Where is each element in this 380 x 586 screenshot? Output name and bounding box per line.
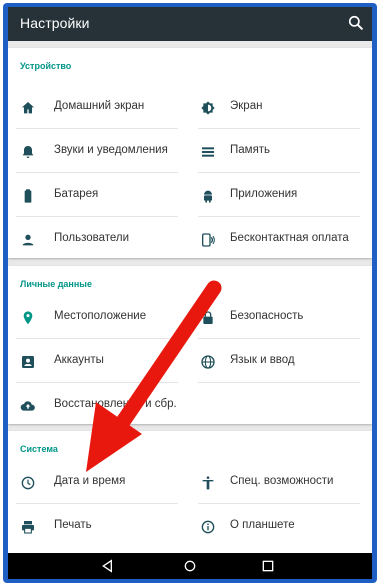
divider [198, 128, 360, 129]
settings-item-label: Местоположение [54, 310, 147, 322]
home-icon [22, 102, 34, 114]
settings-item-display[interactable]: Экран [190, 86, 360, 129]
settings-item-label: Экран [230, 100, 263, 112]
brightness-icon [201, 101, 215, 115]
divider [16, 216, 178, 217]
settings-item-label: Домашний экран [54, 100, 145, 112]
globe-icon [201, 355, 215, 369]
settings-item-about-tablet[interactable]: О планшете [190, 505, 360, 548]
settings-item-language[interactable]: Язык и ввод [190, 340, 360, 383]
settings-item-date-time[interactable]: Дата и время [8, 461, 178, 504]
settings-item-label: Дата и время [54, 475, 126, 487]
divider [198, 382, 360, 383]
bell-icon [22, 146, 34, 158]
settings-item-location[interactable]: Местоположение [8, 296, 178, 339]
settings-item-label: Аккаунты [54, 354, 104, 366]
nfc-icon [202, 233, 215, 247]
battery-icon [24, 189, 32, 203]
settings-item-label: Батарея [54, 188, 99, 200]
settings-item-label: Пользователи [54, 232, 130, 244]
lock-icon [203, 311, 213, 324]
page-title: Настройки [20, 15, 90, 31]
section-device: Устройство Домашний экран Экран Звуки и … [8, 48, 372, 258]
settings-item-label: Бесконтактная оплата [230, 232, 349, 244]
settings-item-label: Звуки и уведомления [54, 144, 168, 156]
search-icon[interactable] [346, 13, 366, 33]
settings-item-label: Приложения [230, 188, 298, 200]
divider [198, 338, 360, 339]
divider [16, 382, 178, 383]
clock-icon [21, 476, 35, 490]
accessibility-icon [202, 476, 214, 490]
divider [16, 128, 178, 129]
settings-item-security[interactable]: Безопасность [190, 296, 360, 339]
settings-item-label: Спец. возможности [230, 475, 334, 487]
settings-item-label: Язык и ввод [230, 354, 295, 366]
settings-item-label: Печать [54, 519, 92, 531]
settings-screen: Настройки Устройство Домашний экран Экра… [8, 7, 372, 579]
back-icon[interactable] [100, 558, 116, 574]
location-icon [23, 311, 33, 325]
divider [198, 503, 360, 504]
settings-item-apps[interactable]: Приложения [190, 174, 360, 217]
divider [198, 172, 360, 173]
recents-icon[interactable] [260, 558, 276, 574]
account-icon [22, 356, 34, 368]
backup-icon [20, 401, 35, 411]
divider [16, 338, 178, 339]
person-icon [22, 234, 34, 246]
settings-item-accessibility[interactable]: Спец. возможности [190, 461, 360, 504]
divider [16, 172, 178, 173]
section-title-device: Устройство [20, 61, 72, 71]
info-icon [201, 520, 215, 534]
settings-item-storage[interactable]: Память [190, 130, 360, 173]
section-system: Система Дата и время Спец. возможности П… [8, 431, 372, 553]
settings-item-label: Память [230, 144, 271, 156]
divider [16, 503, 178, 504]
divider [198, 216, 360, 217]
settings-item-nfc-payment[interactable]: Бесконтактная оплата [190, 218, 360, 261]
settings-item-label: О планшете [230, 519, 295, 531]
home-circle-icon[interactable] [182, 558, 198, 574]
print-icon [22, 521, 34, 534]
section-title-personal: Личные данные [20, 279, 92, 289]
settings-item-home-screen[interactable]: Домашний экран [8, 86, 178, 129]
settings-item-backup-reset[interactable]: Восстановление и сбр. [8, 384, 208, 427]
system-navbar [8, 553, 372, 579]
storage-icon [202, 147, 214, 157]
settings-item-label: Безопасность [230, 310, 304, 322]
settings-item-battery[interactable]: Батарея [8, 174, 178, 217]
section-personal: Личные данные Местоположение Безопасност… [8, 266, 372, 424]
settings-item-sounds[interactable]: Звуки и уведомления [8, 130, 178, 173]
settings-item-users[interactable]: Пользователи [8, 218, 178, 261]
android-icon [204, 190, 212, 203]
settings-item-accounts[interactable]: Аккаунты [8, 340, 178, 383]
settings-item-label: Восстановление и сбр. [54, 398, 177, 410]
toolbar: Настройки [8, 7, 372, 41]
section-title-system: Система [20, 444, 58, 454]
settings-item-printing[interactable]: Печать [8, 505, 178, 548]
